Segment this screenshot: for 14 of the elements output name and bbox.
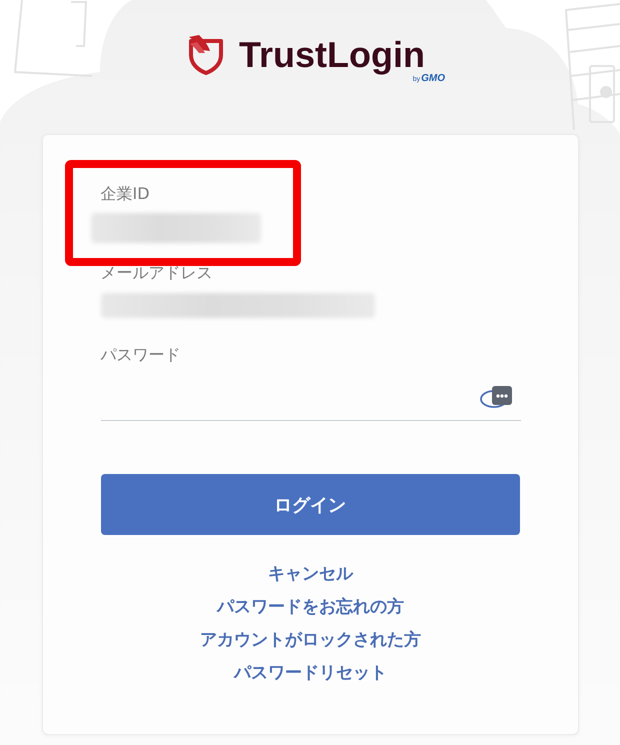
- field-label: パスワード: [100, 344, 180, 366]
- login-button[interactable]: ログイン: [100, 474, 520, 535]
- text-link[interactable]: パスワードリセット: [234, 657, 387, 690]
- blurred-input-field[interactable]: [100, 293, 374, 318]
- blurred-input-field[interactable]: [90, 213, 260, 243]
- shield-logo-icon: [187, 35, 225, 75]
- text-link[interactable]: キャンセル: [268, 558, 353, 591]
- text-link[interactable]: パスワードをお忘れの方: [217, 591, 404, 624]
- brand-name: TrustLogin: [239, 35, 425, 75]
- company-name: GMO: [421, 74, 445, 84]
- eye-icon[interactable]: [478, 385, 512, 409]
- field-label: メールアドレス: [100, 262, 212, 284]
- text-link[interactable]: アカウントがロックされた方: [200, 624, 421, 657]
- field-label: 企業ID: [100, 183, 150, 205]
